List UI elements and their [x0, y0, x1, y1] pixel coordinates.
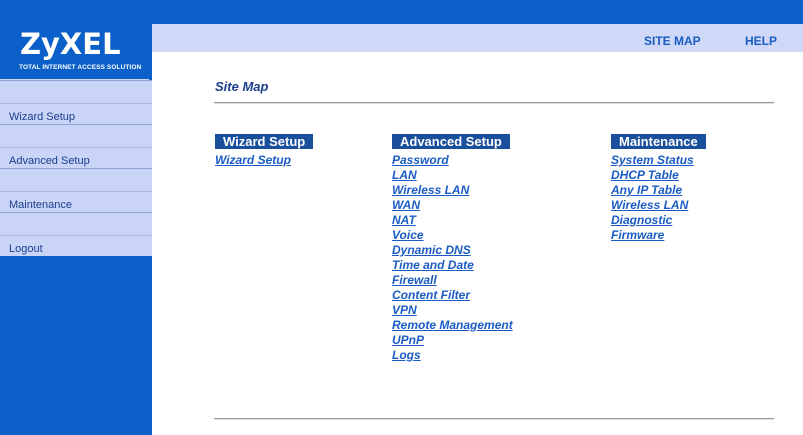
link-list: System Status DHCP Table Any IP Table Wi…: [611, 153, 706, 243]
sitemap-link[interactable]: Wizard Setup: [215, 153, 313, 168]
divider: [0, 191, 152, 192]
divider: [0, 147, 152, 148]
sitemap-link[interactable]: WAN: [392, 198, 513, 213]
sitemap-link[interactable]: Dynamic DNS: [392, 243, 513, 258]
sidebar-item-label[interactable]: Logout: [9, 243, 43, 255]
sitemap-link[interactable]: System Status: [611, 153, 706, 168]
column-wizard-setup: Wizard Setup Wizard Setup: [215, 133, 314, 168]
sidebar-item-wizard-setup[interactable]: Wizard Setup: [0, 80, 152, 124]
help-link[interactable]: HELP: [745, 34, 777, 48]
sitemap-link[interactable]: Firmware: [611, 228, 706, 243]
sitemap-link[interactable]: LAN: [392, 168, 513, 183]
sitemap-link[interactable]: DHCP Table: [611, 168, 706, 183]
sitemap-link[interactable]: Remote Management: [392, 318, 513, 333]
sidebar-nav: Wizard Setup Advanced Setup Maintenance …: [0, 80, 152, 256]
link-list: Wizard Setup: [215, 153, 313, 168]
sidebar-item-advanced-setup[interactable]: Advanced Setup: [0, 124, 152, 168]
column-maintenance: Maintenance System Status DHCP Table Any…: [611, 133, 706, 243]
sitemap-link[interactable]: Diagnostic: [611, 213, 706, 228]
sitemap-link[interactable]: Password: [392, 153, 513, 168]
divider-bottom: [214, 418, 774, 420]
sidebar-item-label[interactable]: Advanced Setup: [9, 155, 90, 167]
sitemap-link[interactable]: VPN: [392, 303, 513, 318]
header-bar: SITE MAP HELP: [152, 24, 803, 52]
divider: [0, 80, 152, 81]
divider-top: [214, 102, 774, 104]
sitemap-link[interactable]: Firewall: [392, 273, 513, 288]
sidebar-item-maintenance[interactable]: Maintenance: [0, 168, 152, 212]
sitemap-link[interactable]: Wireless LAN: [611, 198, 706, 213]
sitemap-link[interactable]: Content Filter: [392, 288, 513, 303]
column-heading: Maintenance: [611, 134, 706, 149]
sitemap-link[interactable]: Wireless LAN: [392, 183, 513, 198]
sitemap-link[interactable]: UPnP: [392, 333, 513, 348]
column-heading: Wizard Setup: [215, 134, 314, 149]
page-title: Site Map: [215, 79, 269, 94]
zyxel-logo: ZyXEL TOTAL INTERNET ACCESS SOLUTION: [0, 25, 149, 81]
divider: [0, 103, 152, 104]
sitemap-link[interactable]: Logs: [392, 348, 513, 363]
link-list: Password LAN Wireless LAN WAN NAT Voice …: [392, 153, 513, 363]
column-advanced-setup: Advanced Setup Password LAN Wireless LAN…: [392, 133, 513, 363]
sidebar: ZyXEL TOTAL INTERNET ACCESS SOLUTION Wiz…: [0, 0, 152, 435]
site-map-link[interactable]: SITE MAP: [644, 34, 701, 48]
divider: [0, 124, 152, 125]
sidebar-item-label[interactable]: Wizard Setup: [9, 111, 75, 123]
divider: [0, 235, 152, 236]
sitemap-link[interactable]: Time and Date: [392, 258, 513, 273]
sitemap-link[interactable]: Voice: [392, 228, 513, 243]
sitemap-link[interactable]: NAT: [392, 213, 513, 228]
divider: [0, 168, 152, 169]
sidebar-item-logout[interactable]: Logout: [0, 212, 152, 256]
column-heading: Advanced Setup: [392, 134, 510, 149]
divider: [0, 212, 152, 213]
logo-tagline: TOTAL INTERNET ACCESS SOLUTION: [19, 64, 142, 71]
sitemap-link[interactable]: Any IP Table: [611, 183, 706, 198]
logo-brand: ZyXEL: [20, 27, 121, 61]
sidebar-item-label[interactable]: Maintenance: [9, 199, 72, 211]
